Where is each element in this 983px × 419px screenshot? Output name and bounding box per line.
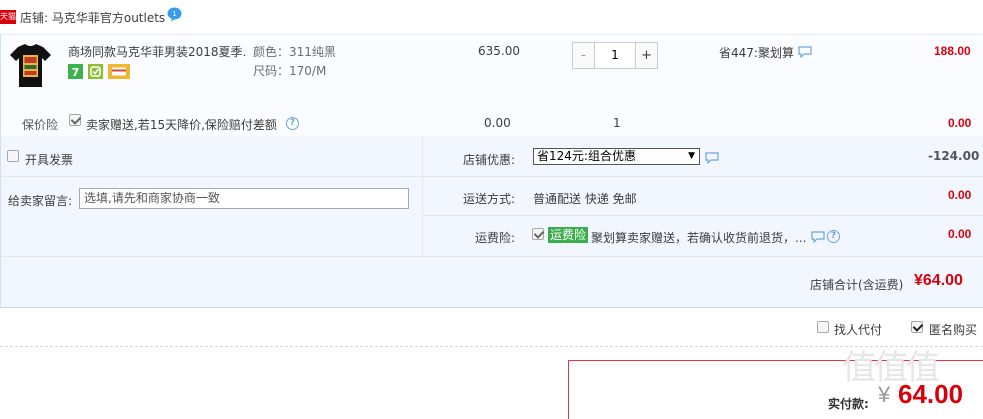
- divider: [0, 346, 983, 347]
- svg-text:1: 1: [172, 10, 176, 18]
- guarantee-icon[interactable]: [88, 64, 103, 79]
- quantity-input[interactable]: 1: [594, 43, 636, 68]
- insurance-description: 卖家赠送,若15天降价,保险赔付差额: [86, 118, 277, 132]
- quantity-minus-button[interactable]: -: [573, 43, 594, 68]
- discount-select[interactable]: 省124元:组合优惠 ▼: [533, 148, 700, 165]
- freight-insurance-label: 运费险:: [475, 231, 516, 245]
- shipping-label: 运送方式:: [463, 192, 516, 206]
- invoice-label: 开具发票: [25, 153, 74, 167]
- freight-insurance-checkbox[interactable]: [532, 228, 544, 240]
- payment-currency: ¥: [878, 382, 891, 407]
- message-input[interactable]: 选填,请先和商家协商一致: [79, 188, 409, 209]
- discount-selected-value: 省124元:组合优惠: [537, 149, 636, 163]
- shipping-value: 普通配送 快递 免邮: [533, 192, 637, 206]
- freight-insurance-description: 聚划算卖家赠送，若确认收货前退货，...: [591, 231, 807, 245]
- product-title-link[interactable]: 商场同款马克华菲男装2018夏季…: [68, 44, 248, 60]
- insurance-subtotal: 0.00: [948, 116, 972, 130]
- insurance-price: 0.00: [484, 116, 511, 130]
- card-payment-icon[interactable]: [108, 64, 130, 79]
- discount-info-icon[interactable]: [705, 152, 719, 165]
- insurance-label: 保价险: [22, 118, 59, 132]
- unit-price: 635.00: [478, 44, 520, 58]
- item-subtotal: 188.00: [934, 44, 971, 58]
- promo-label: 省447:聚划算: [719, 46, 794, 60]
- help-icon[interactable]: ?: [286, 117, 299, 130]
- message-label: 给卖家留言:: [8, 194, 73, 208]
- payment-label: 实付款:: [828, 397, 869, 411]
- tmall-badge: 天猫: [0, 10, 16, 24]
- divider: [0, 176, 422, 177]
- quantity-plus-button[interactable]: +: [636, 43, 657, 68]
- insurance-quantity: 1: [613, 116, 621, 130]
- store-name-link[interactable]: 店铺: 马克华菲官方outlets: [20, 10, 165, 26]
- promo-info-icon[interactable]: [798, 46, 812, 59]
- product-thumbnail[interactable]: [8, 41, 53, 89]
- quantity-stepper: - 1 +: [572, 42, 658, 69]
- proxy-pay-checkbox[interactable]: [817, 321, 829, 333]
- freight-insurance-amount: 0.00: [948, 227, 972, 241]
- store-total-amount: ¥64.00: [914, 272, 963, 289]
- divider: [422, 136, 423, 256]
- sku-color: 颜色：311纯黑: [253, 45, 336, 59]
- help-icon[interactable]: ?: [827, 230, 840, 243]
- svg-text:7: 7: [72, 66, 80, 79]
- seven-day-return-icon[interactable]: 7: [68, 64, 83, 79]
- anonymous-checkbox[interactable]: [911, 321, 923, 333]
- freight-insurance-tag: 运费险: [548, 227, 589, 243]
- discount-label: 店铺优惠:: [463, 153, 516, 167]
- freight-info-icon[interactable]: [811, 231, 825, 244]
- store-total-label: 店铺合计(含运费): [810, 278, 904, 292]
- payment-amount: 64.00: [898, 379, 964, 409]
- insurance-checkbox[interactable]: [69, 114, 81, 126]
- divider: [423, 176, 983, 177]
- sku-size: 尺码：170/M: [253, 64, 327, 78]
- proxy-pay-label: 找人代付: [834, 323, 883, 337]
- discount-amount: -124.00: [928, 149, 980, 163]
- divider: [423, 215, 983, 216]
- chat-bubble-icon[interactable]: 1: [166, 6, 183, 23]
- shipping-amount: 0.00: [948, 188, 972, 202]
- chevron-down-icon: ▼: [688, 151, 695, 161]
- anonymous-label: 匿名购买: [929, 323, 978, 337]
- invoice-checkbox[interactable]: [7, 150, 19, 162]
